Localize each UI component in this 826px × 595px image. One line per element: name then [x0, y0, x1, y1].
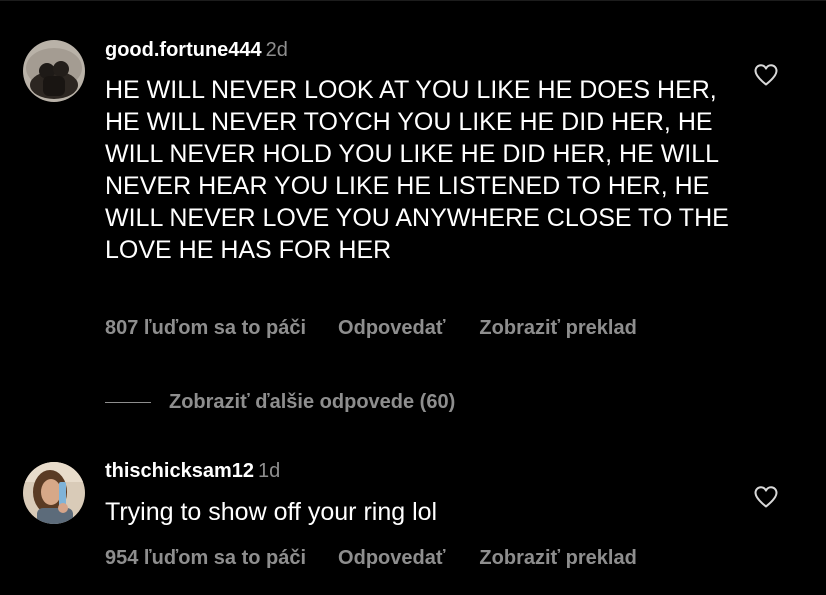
reply-button[interactable]: Odpovedať	[338, 317, 445, 339]
username[interactable]: thischicksam12	[105, 460, 254, 482]
comment-text: Trying to show off your ring lol	[105, 498, 438, 526]
comment-header: good.fortune444 2d	[105, 38, 288, 62]
comment-actions: 807 ľuďom sa to páči Odpovedať Zobraziť pr…	[105, 316, 637, 340]
avatar[interactable]	[23, 40, 85, 102]
replies-divider-line	[105, 401, 151, 403]
heart-icon[interactable]	[753, 63, 779, 87]
comment-text: HE WILL NEVER LOOK AT YOU LIKE HE DOES H…	[105, 76, 729, 264]
reply-button[interactable]: Odpovedať	[338, 547, 445, 569]
comment-header: thischicksam12 1d	[105, 459, 280, 483]
timestamp: 2d	[265, 39, 288, 61]
comment-item: good.fortune444 2d HE WILL NEVER LOOK AT …	[0, 0, 826, 360]
view-more-replies-button[interactable]: Zobraziť ďalšie odpovede (60)	[105, 389, 455, 415]
timestamp: 1d	[257, 460, 281, 482]
comment-item: thischicksam12 1d Trying to show off your…	[0, 440, 826, 595]
translate-button[interactable]: Zobraziť preklad	[479, 547, 636, 569]
likes-count[interactable]: 954 ľuďom sa to páči	[105, 547, 306, 569]
view-more-replies-label: Zobraziť ďalšie odpovede (60)	[169, 390, 456, 413]
avatar[interactable]	[23, 462, 85, 524]
heart-icon[interactable]	[753, 485, 779, 509]
avatar-image	[23, 40, 85, 102]
comment-actions: 954 ľuďom sa to páči Odpovedať Zobraziť pr…	[105, 546, 637, 570]
translate-button[interactable]: Zobraziť preklad	[479, 317, 636, 339]
likes-count[interactable]: 807 ľuďom sa to páči	[105, 317, 306, 339]
username[interactable]: good.fortune444	[105, 39, 262, 61]
avatar-image	[23, 462, 85, 524]
